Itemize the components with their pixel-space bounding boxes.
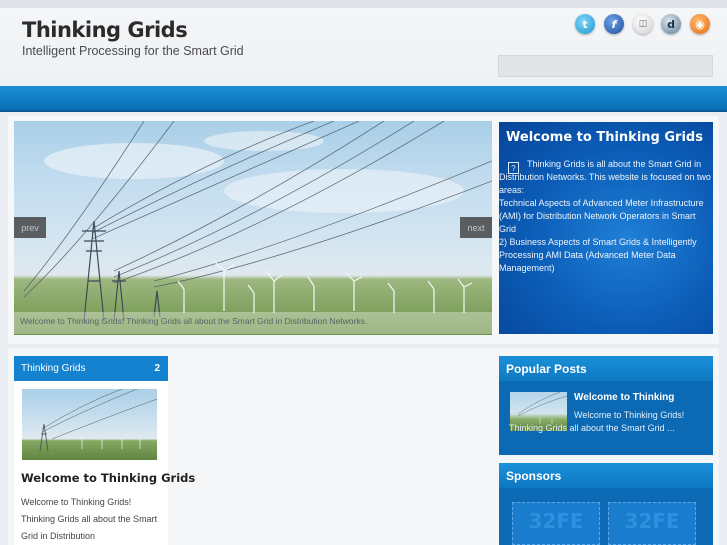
- top-stripe: [0, 0, 727, 8]
- slider-caption: Welcome to Thinking Grids! Thinking Grid…: [14, 312, 492, 334]
- image-slider[interactable]: [14, 121, 492, 335]
- welcome-point-1: Technical Aspects of Advanced Meter Infr…: [499, 198, 704, 234]
- category-tab[interactable]: Thinking Grids 2: [14, 356, 168, 381]
- post-excerpt: Welcome to Thinking Grids! Thinking Grid…: [21, 497, 158, 541]
- category-tab-count: 2: [154, 363, 160, 374]
- sponsor-banner[interactable]: 32FE: [608, 502, 696, 545]
- facebook-icon[interactable]: f: [604, 14, 624, 34]
- post-title[interactable]: Welcome to Thinking Grids: [21, 471, 195, 485]
- popular-post-title[interactable]: Welcome to Thinking: [574, 392, 674, 403]
- slider-image: [23, 121, 492, 322]
- delicious-icon[interactable]: ◫: [633, 14, 653, 34]
- search-input[interactable]: [498, 55, 713, 77]
- post-thumbnail[interactable]: [22, 389, 157, 460]
- sponsors-header: Sponsors: [499, 463, 713, 488]
- slider-next-button[interactable]: next: [460, 217, 492, 238]
- popular-post-excerpt: Welcome to Thinking Grids! Thinking Grid…: [509, 410, 685, 433]
- slider-prev-button[interactable]: prev: [14, 217, 46, 238]
- rss-icon[interactable]: ◉: [690, 14, 710, 34]
- twitter-icon[interactable]: t: [575, 14, 595, 34]
- digg-icon[interactable]: d: [661, 14, 681, 34]
- welcome-title: Welcome to Thinking Grids: [506, 130, 703, 145]
- welcome-point-2: 2) Business Aspects of Smart Grids & Int…: [499, 237, 697, 273]
- welcome-text: Thinking Grids is all about the Smart Gr…: [499, 158, 711, 275]
- sponsor-banner[interactable]: 32FE: [512, 502, 600, 545]
- post-thumbnail-image: [39, 389, 157, 452]
- welcome-panel: Welcome to Thinking Grids ? Thinking Gri…: [499, 122, 713, 334]
- popular-posts-header: Popular Posts: [499, 356, 713, 381]
- site-tagline: Intelligent Processing for the Smart Gri…: [22, 44, 244, 58]
- welcome-intro: Thinking Grids is all about the Smart Gr…: [499, 159, 711, 195]
- site-title[interactable]: Thinking Grids: [22, 18, 188, 42]
- category-tab-label: Thinking Grids: [21, 363, 86, 374]
- navigation-bar: [0, 86, 727, 112]
